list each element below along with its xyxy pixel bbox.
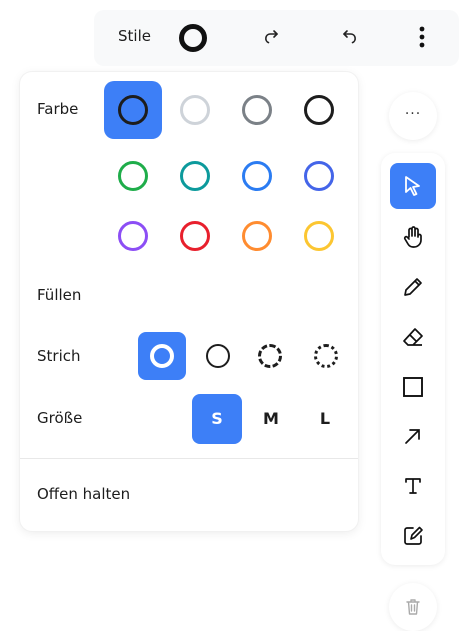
redo-icon[interactable]	[262, 28, 282, 48]
eraser-icon	[403, 328, 423, 346]
keep-open-toggle[interactable]: Offen halten	[37, 485, 130, 503]
color-label: Farbe	[37, 100, 79, 118]
rectangle-icon	[403, 377, 423, 397]
stroke-solid-thick-option[interactable]	[138, 332, 186, 380]
note-tool-button[interactable]	[390, 513, 436, 559]
cursor-icon	[405, 176, 420, 196]
tools-toolbar	[381, 153, 445, 565]
arrow-tool-button[interactable]	[390, 413, 436, 459]
stroke-solid-option[interactable]	[194, 332, 242, 380]
size-label: Größe	[37, 409, 83, 427]
color-swatch-grey[interactable]	[228, 81, 286, 139]
color-swatch-violet[interactable]	[290, 147, 348, 205]
rectangle-tool-button[interactable]	[390, 364, 436, 410]
color-swatch-black-2[interactable]	[290, 81, 348, 139]
text-tool-button[interactable]	[390, 463, 436, 509]
color-swatch-black[interactable]	[104, 81, 162, 139]
color-swatch-purple[interactable]	[104, 207, 162, 265]
fill-label[interactable]: Füllen	[37, 286, 81, 304]
text-icon	[405, 478, 421, 494]
trash-icon	[406, 599, 420, 615]
stroke-dashed-option[interactable]	[246, 332, 294, 380]
size-large-option[interactable]: L	[300, 394, 350, 444]
color-swatch-red[interactable]	[166, 207, 224, 265]
size-small-option[interactable]: S	[192, 394, 242, 444]
arrow-icon	[405, 429, 420, 444]
undo-icon[interactable]	[341, 28, 361, 48]
color-swatch-blue[interactable]	[228, 147, 286, 205]
pencil-icon	[404, 278, 422, 296]
select-tool-button[interactable]	[390, 163, 436, 209]
color-swatch-yellow[interactable]	[290, 207, 348, 265]
color-swatch-teal[interactable]	[166, 147, 224, 205]
color-swatch-green[interactable]	[104, 147, 162, 205]
hand-tool-button[interactable]	[390, 214, 436, 260]
hand-icon	[403, 226, 422, 248]
style-panel: Farbe Füllen Strich Größe S M L Offen ha…	[20, 72, 358, 531]
more-vertical-icon[interactable]	[417, 24, 427, 52]
delete-button[interactable]	[389, 583, 437, 631]
eraser-tool-button[interactable]	[390, 314, 436, 360]
draw-tool-button[interactable]	[390, 264, 436, 310]
size-medium-option[interactable]: M	[246, 394, 296, 444]
more-actions-button[interactable]: ···	[389, 92, 437, 140]
color-swatch-light-grey[interactable]	[166, 81, 224, 139]
note-edit-icon	[404, 526, 423, 545]
stroke-label: Strich	[37, 347, 81, 365]
stroke-dotted-option[interactable]	[302, 332, 350, 380]
current-color-indicator[interactable]	[179, 24, 207, 52]
style-label[interactable]: Stile	[118, 27, 151, 45]
divider	[20, 458, 358, 459]
style-topbar: Stile	[94, 10, 459, 66]
color-swatch-orange[interactable]	[228, 207, 286, 265]
